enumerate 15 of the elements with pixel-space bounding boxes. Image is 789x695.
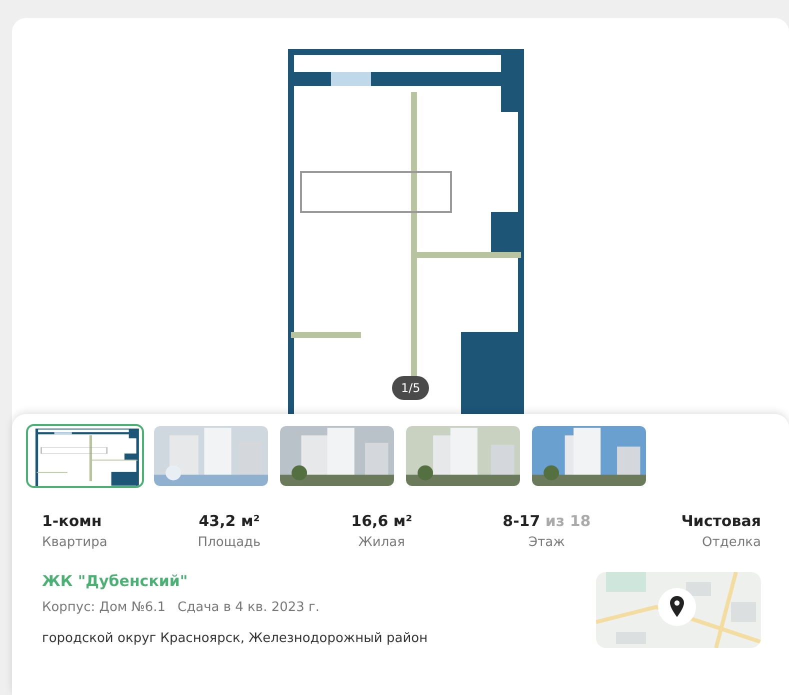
delivery-text: Сдача в 4 кв. 2023 г. xyxy=(178,600,320,615)
building-text: Корпус: Дом №6.1 xyxy=(42,600,166,615)
stat-label: Жилая xyxy=(358,535,405,550)
stat-value: Чистовая xyxy=(681,512,761,530)
stat-value: 43,2 м² xyxy=(198,512,260,530)
stat-label: Этаж xyxy=(528,535,565,550)
stat-label: Площадь xyxy=(198,535,261,550)
complex-name-link[interactable]: ЖК "Дубенский" xyxy=(42,572,428,590)
map-pin-icon[interactable] xyxy=(658,588,696,626)
stat-value: 1-комн xyxy=(42,512,102,530)
stat-label: Отделка xyxy=(702,535,761,550)
stat-value: 16,6 м² xyxy=(351,512,412,530)
stat-value: 8-17 из 18 xyxy=(502,512,591,530)
stat-label: Квартира xyxy=(42,535,108,550)
address-text: городской округ Красноярск, Железнодорожный район xyxy=(42,631,428,646)
